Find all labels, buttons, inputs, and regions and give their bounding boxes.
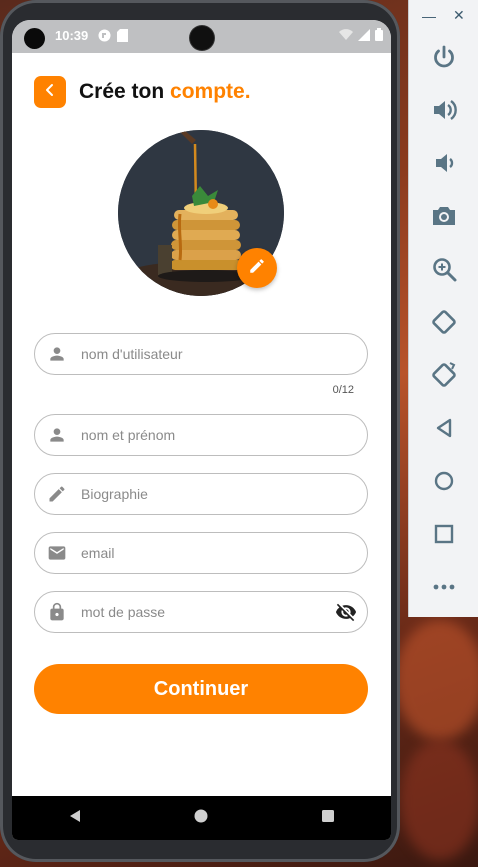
triangle-back-icon	[68, 809, 82, 828]
power-icon	[434, 45, 454, 68]
password-input[interactable]	[79, 603, 335, 621]
emulator-toolbar: — ✕	[408, 0, 478, 617]
page-header: Crée ton compte.	[34, 76, 251, 108]
circle-home-icon	[194, 809, 208, 828]
screenshot-button[interactable]	[427, 199, 461, 233]
signal-icon	[358, 28, 370, 46]
sd-card-icon	[117, 29, 128, 47]
minimize-icon[interactable]: —	[422, 8, 436, 24]
close-icon[interactable]: ✕	[453, 7, 465, 24]
overview-square-icon	[434, 524, 454, 544]
phone-frame: 10:39 Crée ton compte. nom d'utilisateur…	[0, 0, 400, 862]
notification-icon	[98, 29, 111, 47]
eye-off-icon[interactable]	[335, 601, 357, 623]
fullname-field[interactable]	[34, 414, 368, 456]
volume-up-button[interactable]	[427, 93, 461, 127]
camera-punch-hole	[24, 28, 45, 49]
volume-down-icon	[436, 154, 454, 172]
nav-home-button[interactable]	[171, 796, 231, 840]
battery-icon	[375, 28, 383, 46]
username-counter: 0/12	[332, 384, 354, 396]
android-nav-bar	[12, 796, 391, 840]
front-camera	[190, 26, 214, 50]
continue-button[interactable]: Continuer	[34, 664, 368, 714]
camera-icon	[433, 207, 455, 225]
rotate-left-button[interactable]	[427, 305, 461, 339]
zoom-icon	[433, 258, 457, 282]
email-input[interactable]	[79, 544, 367, 562]
rotate-right-button[interactable]	[427, 358, 461, 392]
emulator-overview-button[interactable]	[427, 517, 461, 551]
emulator-back-button[interactable]	[427, 411, 461, 445]
rotate-right-icon	[432, 362, 456, 387]
square-overview-icon	[321, 809, 335, 828]
power-button[interactable]	[427, 40, 461, 74]
person-icon	[47, 425, 67, 445]
username-input[interactable]	[79, 345, 367, 363]
rotate-left-icon	[432, 310, 456, 334]
page-title: Crée ton compte.	[79, 80, 251, 104]
title-text: Crée ton	[79, 80, 171, 103]
emulator-home-button[interactable]	[427, 464, 461, 498]
wifi-icon	[339, 28, 353, 46]
lock-icon	[47, 602, 67, 622]
nav-overview-button[interactable]	[298, 796, 358, 840]
status-time: 10:39	[55, 28, 89, 43]
volume-down-button[interactable]	[427, 146, 461, 180]
bio-input[interactable]	[79, 485, 367, 503]
pencil-icon	[248, 257, 266, 280]
zoom-button[interactable]	[427, 252, 461, 286]
person-icon	[47, 344, 67, 364]
mail-icon	[47, 543, 67, 563]
volume-up-icon	[434, 100, 457, 120]
pencil-icon	[47, 484, 67, 504]
username-field[interactable]	[34, 333, 368, 375]
back-triangle-icon	[436, 418, 452, 438]
app-screen: 10:39 Crée ton compte. nom d'utilisateur…	[12, 20, 391, 840]
nav-back-button[interactable]	[45, 796, 105, 840]
home-circle-icon	[434, 471, 454, 491]
edit-avatar-button[interactable]	[237, 248, 277, 288]
chevron-left-icon	[44, 83, 56, 102]
bio-field[interactable]	[34, 473, 368, 515]
title-accent: compte.	[170, 80, 251, 103]
more-dots-icon	[433, 584, 455, 590]
fullname-input[interactable]	[79, 426, 367, 444]
email-field[interactable]	[34, 532, 368, 574]
back-button[interactable]	[34, 76, 66, 108]
status-bar: 10:39	[12, 20, 391, 53]
more-button[interactable]	[427, 570, 461, 604]
password-field[interactable]	[34, 591, 368, 633]
